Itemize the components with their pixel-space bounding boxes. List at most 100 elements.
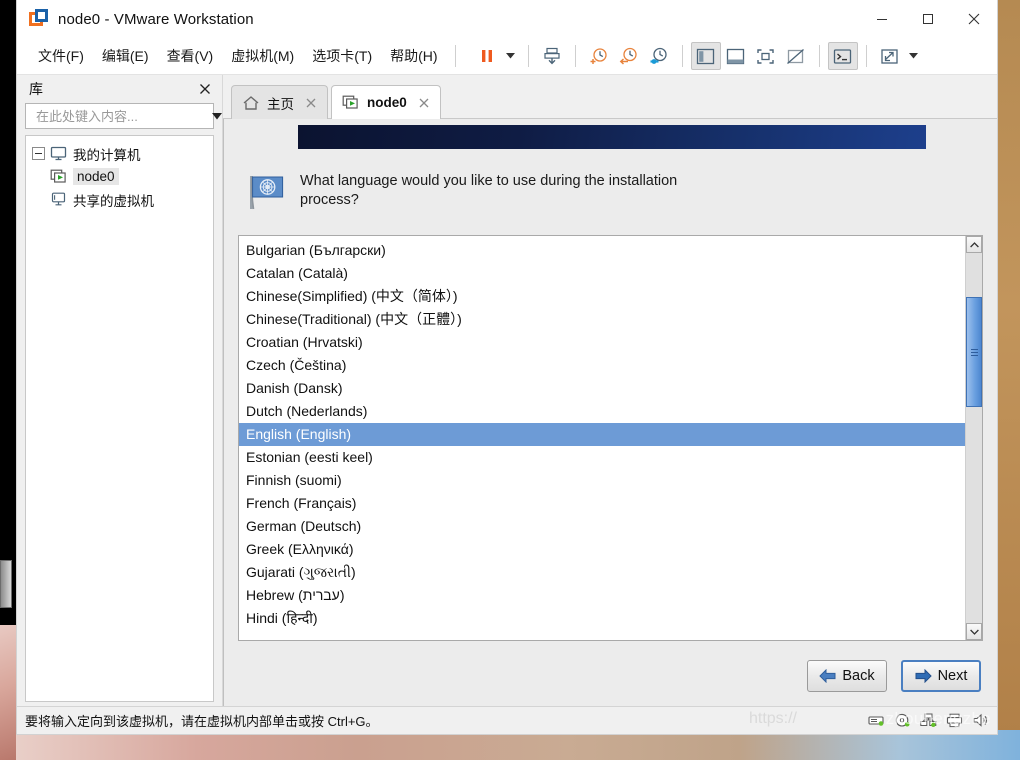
next-button[interactable]: Next	[901, 660, 981, 692]
list-item[interactable]: Finnish (suomi)	[239, 469, 965, 492]
main-area: 主页 node0 What language would you like to…	[223, 75, 997, 706]
search-dropdown-button[interactable]	[212, 112, 222, 120]
stretch-view-button[interactable]	[875, 42, 905, 70]
console-view-button[interactable]	[827, 42, 858, 70]
menu-vm[interactable]: 虚拟机(M)	[222, 42, 303, 70]
tree-item-shared-vms[interactable]: 共享的虚拟机	[30, 188, 209, 211]
installer-question-row: What language would you like to use duri…	[232, 172, 989, 212]
chevron-down-icon	[506, 53, 516, 59]
close-button[interactable]	[951, 0, 997, 38]
library-close-button[interactable]	[196, 80, 214, 98]
home-icon	[242, 94, 261, 111]
tab-close-button[interactable]	[416, 95, 432, 111]
menu-tabs[interactable]: 选项卡(T)	[303, 42, 381, 70]
maximize-button[interactable]	[905, 0, 951, 38]
menu-help[interactable]: 帮助(H)	[381, 42, 446, 70]
maximize-icon	[923, 14, 933, 24]
list-item[interactable]: Danish (Dansk)	[239, 377, 965, 400]
network-adapter-icon[interactable]	[920, 713, 937, 728]
hard-disk-icon[interactable]	[868, 713, 885, 728]
next-button-label: Next	[937, 668, 968, 684]
status-device-icons	[868, 713, 989, 728]
minimize-button[interactable]	[859, 0, 905, 38]
status-bar: 要将输入定向到该虚拟机，请在虚拟机内部单击或按 Ctrl+G。 https://	[17, 706, 997, 734]
list-item[interactable]: Bulgarian (Български)	[239, 239, 965, 262]
scrollbar-track[interactable]	[966, 253, 982, 623]
tab-home[interactable]: 主页	[231, 85, 328, 119]
view-dropdown[interactable]	[905, 42, 923, 70]
pause-button[interactable]	[472, 42, 502, 70]
list-item[interactable]: French (Français)	[239, 492, 965, 515]
main-toolbar	[472, 42, 923, 70]
show-library-button[interactable]	[690, 42, 721, 70]
unity-mode-icon	[787, 48, 804, 64]
un-flag-icon	[246, 172, 290, 212]
list-item[interactable]: Chinese(Traditional) (中文（正體）)	[239, 308, 965, 331]
vm-guest-screen[interactable]: What language would you like to use duri…	[223, 119, 997, 706]
list-item[interactable]: Hebrew (עברית)	[239, 584, 965, 607]
cd-dvd-icon[interactable]	[894, 713, 911, 728]
revert-snapshot-button[interactable]	[614, 42, 644, 70]
tree-item-my-computer[interactable]: 我的计算机	[30, 142, 209, 165]
back-button-label: Back	[842, 668, 875, 684]
vm-running-icon	[342, 94, 361, 111]
scroll-down-button[interactable]	[966, 623, 982, 640]
back-button[interactable]: Back	[807, 660, 887, 692]
show-thumbnail-bar-button[interactable]	[721, 42, 751, 70]
close-icon	[968, 13, 980, 25]
menu-bar: 文件(F) 编辑(E) 查看(V) 虚拟机(M) 选项卡(T) 帮助(H)	[17, 38, 997, 75]
list-item[interactable]: Hindi (हिन्दी)	[239, 607, 965, 630]
list-item[interactable]: Estonian (eesti keel)	[239, 446, 965, 469]
toolbar-separator	[681, 45, 683, 67]
grip-icon	[970, 347, 978, 358]
stretch-icon	[881, 48, 898, 64]
language-list[interactable]: Bulgarian (Български) Catalan (Català) C…	[239, 236, 965, 640]
vm-running-icon	[50, 169, 68, 185]
tree-item-label: node0	[73, 168, 119, 185]
desktop-edge-widget	[0, 560, 12, 608]
tab-node0[interactable]: node0	[331, 85, 441, 119]
manage-snapshots-button[interactable]	[537, 42, 567, 70]
full-screen-button[interactable]	[751, 42, 781, 70]
take-snapshot-button[interactable]	[584, 42, 614, 70]
watermark-url: https://	[748, 710, 797, 727]
language-list-scrollbar[interactable]	[965, 236, 982, 640]
tree-collapse-toggle[interactable]	[32, 147, 45, 160]
toolbar-separator	[574, 45, 576, 67]
arrow-right-icon	[915, 669, 932, 683]
list-item[interactable]: German (Deutsch)	[239, 515, 965, 538]
tab-close-button[interactable]	[303, 95, 319, 111]
language-listbox[interactable]: Bulgarian (Български) Catalan (Català) C…	[238, 235, 983, 641]
sound-card-icon[interactable]	[972, 713, 989, 728]
menu-view[interactable]: 查看(V)	[158, 42, 223, 70]
list-item[interactable]: Dutch (Nederlands)	[239, 400, 965, 423]
shared-vm-icon	[50, 192, 68, 208]
list-item[interactable]: Gujarati (ગુજરાતી)	[239, 561, 965, 584]
menu-file[interactable]: 文件(F)	[29, 42, 93, 70]
list-item-selected[interactable]: English (English)	[239, 423, 965, 446]
list-item[interactable]: Catalan (Català)	[239, 262, 965, 285]
printer-icon[interactable]	[946, 713, 963, 728]
tree-item-node0[interactable]: node0	[30, 165, 209, 188]
panel-bottom-icon	[726, 48, 745, 64]
close-icon	[419, 98, 429, 107]
scroll-up-button[interactable]	[966, 236, 982, 253]
tree-item-label: 共享的虚拟机	[73, 193, 154, 209]
list-item[interactable]: Croatian (Hrvatski)	[239, 331, 965, 354]
chevron-down-icon	[212, 112, 222, 119]
search-input[interactable]	[36, 108, 212, 124]
library-title: 库	[29, 81, 43, 97]
unity-mode-button[interactable]	[781, 42, 811, 70]
library-header: 库	[21, 75, 218, 103]
tab-strip: 主页 node0	[223, 75, 997, 119]
scrollbar-thumb[interactable]	[966, 297, 982, 407]
library-search-box[interactable]	[25, 103, 222, 129]
list-item[interactable]: Greek (Ελληνικά)	[239, 538, 965, 561]
power-dropdown[interactable]	[502, 42, 520, 70]
snapshot-manager-button[interactable]	[644, 42, 674, 70]
tab-label: node0	[367, 95, 407, 110]
menu-edit[interactable]: 编辑(E)	[93, 42, 158, 70]
list-item[interactable]: Czech (Čeština)	[239, 354, 965, 377]
list-item[interactable]: Chinese(Simplified) (中文（简体）)	[239, 285, 965, 308]
pause-icon	[481, 50, 492, 62]
